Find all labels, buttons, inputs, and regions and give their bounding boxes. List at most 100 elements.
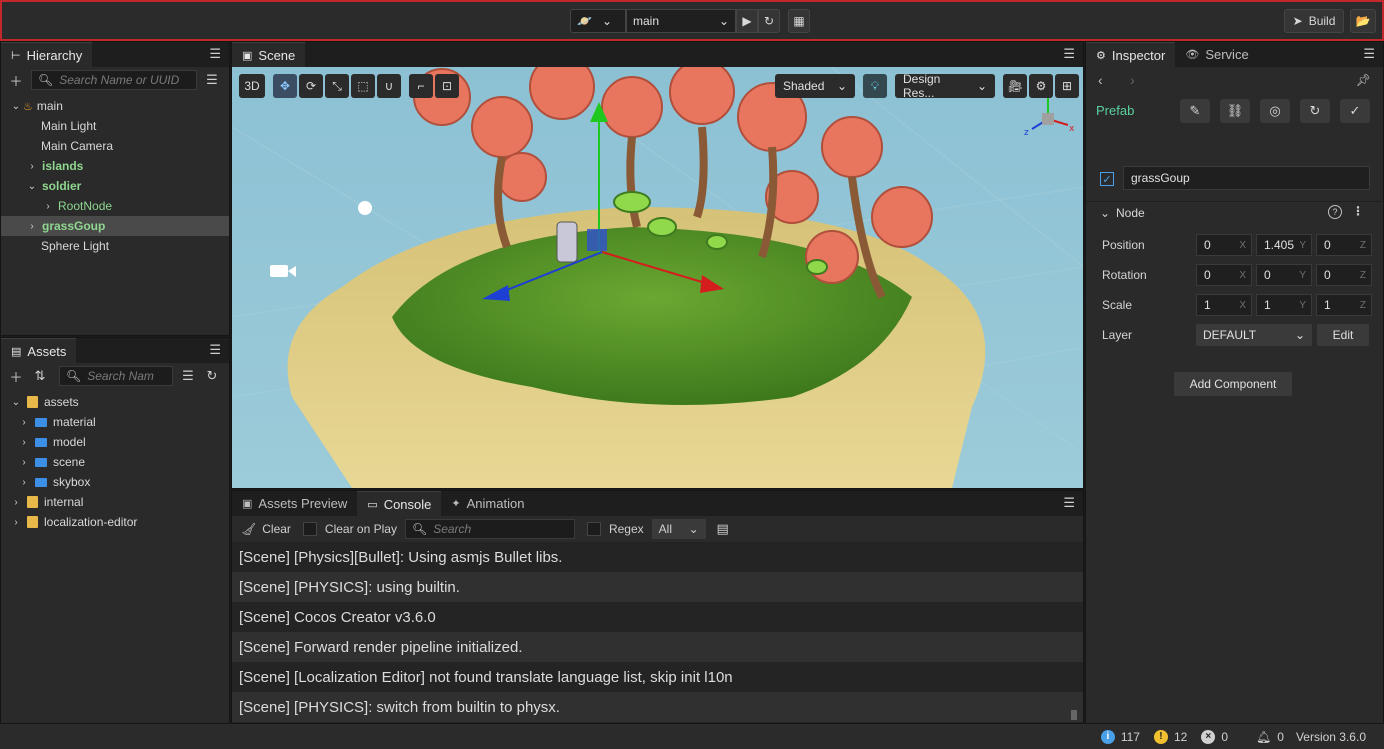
more-vertical-icon[interactable]: ⋮ xyxy=(1352,204,1364,218)
chevron-right-icon[interactable]: › xyxy=(25,221,39,232)
tab-console[interactable]: ▭ Console xyxy=(357,491,442,516)
prefab-revert-button[interactable]: ↻ xyxy=(1300,99,1330,123)
tree-row[interactable]: ⌄ soldier xyxy=(1,176,229,196)
chevron-right-icon[interactable]: › xyxy=(41,201,55,212)
chevron-right-icon[interactable]: › xyxy=(17,417,31,428)
chevron-right-icon[interactable]: › xyxy=(17,437,31,448)
scale-z-input[interactable]: 1Z xyxy=(1316,294,1372,316)
refresh-button[interactable]: ↻ xyxy=(758,9,780,33)
position-y-input[interactable]: 1.405 Y xyxy=(1256,234,1312,256)
clear-button[interactable]: 🧹︎ Clear xyxy=(241,522,291,536)
prefab-edit-button[interactable]: ✎ xyxy=(1180,99,1210,123)
position-x-input[interactable]: 0X xyxy=(1196,234,1252,256)
snap-tool-button[interactable]: ∪ xyxy=(377,74,401,98)
chevron-right-icon[interactable]: › xyxy=(25,161,39,172)
back-arrow-icon[interactable]: ‹ xyxy=(1098,72,1103,88)
tree-row[interactable]: › RootNode xyxy=(1,196,229,216)
tab-assets-preview[interactable]: ▣ Assets Preview xyxy=(232,491,357,516)
tab-service[interactable]: 👁︎ Service xyxy=(1175,42,1258,67)
warning-count[interactable]: 12 xyxy=(1174,730,1187,744)
menu-icon[interactable]: ☰ xyxy=(1063,495,1075,511)
tab-scene[interactable]: ▣ Scene xyxy=(232,42,306,67)
shading-select[interactable]: Shaded ⌄ xyxy=(775,74,855,98)
tree-row[interactable]: › model xyxy=(1,432,229,452)
chevron-down-icon[interactable]: ⌄ xyxy=(25,181,39,192)
tree-row[interactable]: ⌄ assets xyxy=(1,392,229,412)
chevron-right-icon[interactable]: › xyxy=(9,517,23,528)
menu-icon[interactable]: ☰ xyxy=(209,46,221,62)
tab-animation[interactable]: ✦ Animation xyxy=(441,491,534,516)
open-folder-button[interactable]: 📂 xyxy=(1350,9,1376,33)
hierarchy-search-input[interactable]: 🔍︎ Search Name or UUID xyxy=(31,70,197,90)
layer-select[interactable]: DEFAULT ⌄ xyxy=(1196,324,1312,346)
rect-tool-button[interactable]: ⬚ xyxy=(351,74,375,98)
scene-type-select[interactable]: 🪐 ⌄ xyxy=(570,9,626,33)
chevron-right-icon[interactable]: › xyxy=(17,477,31,488)
resolution-select[interactable]: Design Res... ⌄ xyxy=(895,72,995,100)
regex-checkbox[interactable] xyxy=(586,522,601,536)
tab-inspector[interactable]: ⚙ Inspector xyxy=(1086,42,1176,67)
tree-row[interactable]: › localization-editor xyxy=(1,512,229,532)
build-button[interactable]: ➤ Build xyxy=(1284,9,1344,33)
toggle-3d-button[interactable]: 3D xyxy=(239,74,265,98)
clear-on-play-checkbox[interactable] xyxy=(302,522,317,536)
add-node-icon[interactable]: ＋ xyxy=(7,71,25,89)
add-component-button[interactable]: Add Component xyxy=(1174,372,1292,396)
info-count[interactable]: 117 xyxy=(1121,730,1140,744)
lighting-toggle[interactable]: 💡︎ xyxy=(863,74,887,98)
scale-x-input[interactable]: 1X xyxy=(1196,294,1252,316)
node-name-input[interactable]: grassGoup xyxy=(1123,166,1370,190)
open-log-icon[interactable]: ▤ xyxy=(714,520,732,538)
chevron-right-icon[interactable]: › xyxy=(9,497,23,508)
tree-row[interactable]: Main Camera xyxy=(1,136,229,156)
rotation-y-input[interactable]: 0Y xyxy=(1256,264,1312,286)
scale-y-input[interactable]: 1Y xyxy=(1256,294,1312,316)
help-icon[interactable]: ? xyxy=(1328,205,1342,219)
tab-assets[interactable]: ▤ Assets xyxy=(1,338,77,363)
node-active-checkbox[interactable]: ✓ xyxy=(1100,172,1114,186)
console-search-input[interactable]: 🔍︎ Search xyxy=(404,519,575,539)
error-count[interactable]: 0 xyxy=(1221,730,1228,744)
move-tool-button[interactable]: ✥ xyxy=(273,74,297,98)
gizmo-button[interactable]: ⊞ xyxy=(1055,74,1079,98)
node-section-header[interactable]: ⌄ Node ? ⋮ xyxy=(1086,201,1382,223)
add-asset-icon[interactable]: ＋ xyxy=(7,367,25,385)
chevron-right-icon[interactable]: › xyxy=(17,457,31,468)
rotate-tool-button[interactable]: ⟳ xyxy=(299,74,323,98)
log-level-select[interactable]: All ⌄ xyxy=(651,519,706,539)
scale-tool-button[interactable]: ⤡ xyxy=(325,74,349,98)
scene-viewport[interactable]: x z 3D ✥ ⟳ ⤡ ⬚ ∪ ⌐ ⊡ Shaded ⌄ 💡︎ Design R… xyxy=(232,67,1083,488)
layer-edit-button[interactable]: Edit xyxy=(1317,324,1369,346)
pivot-button[interactable]: ⌐ xyxy=(409,74,433,98)
camera-button[interactable]: 🎥︎ xyxy=(1003,74,1027,98)
tree-row[interactable]: › islands xyxy=(1,156,229,176)
tab-hierarchy[interactable]: ⊢ Hierarchy xyxy=(1,42,93,67)
tree-row[interactable]: › internal xyxy=(1,492,229,512)
chevron-down-icon[interactable]: ⌄ xyxy=(9,101,23,112)
forward-arrow-icon[interactable]: › xyxy=(1130,72,1135,88)
pin-icon[interactable]: 📌︎ xyxy=(1356,73,1371,87)
tree-row[interactable]: › scene xyxy=(1,452,229,472)
scrollbar-thumb[interactable] xyxy=(1071,710,1077,720)
position-z-input[interactable]: 0Z xyxy=(1316,234,1372,256)
bell-icon[interactable]: 🔔︎ xyxy=(1256,730,1271,744)
tree-row[interactable]: › skybox xyxy=(1,472,229,492)
tree-row[interactable]: › grassGoup xyxy=(1,216,229,236)
scene-select[interactable]: main ⌄ xyxy=(626,9,736,33)
list-view-icon[interactable]: ☰ xyxy=(179,367,197,385)
chevron-down-icon[interactable]: ⌄ xyxy=(9,397,23,408)
tree-row[interactable]: ⌄ ♨ main xyxy=(1,96,229,116)
tree-row[interactable]: › material xyxy=(1,412,229,432)
prefab-apply-button[interactable]: ✓ xyxy=(1340,99,1370,123)
play-button[interactable]: ▶ xyxy=(736,9,758,33)
sort-icon[interactable]: ⇅ xyxy=(31,367,49,385)
menu-icon[interactable]: ☰ xyxy=(209,342,221,358)
list-view-icon[interactable]: ☰ xyxy=(203,71,221,89)
tree-row[interactable]: Main Light xyxy=(1,116,229,136)
coordinate-button[interactable]: ⊡ xyxy=(435,74,459,98)
rotation-z-input[interactable]: 0Z xyxy=(1316,264,1372,286)
menu-icon[interactable]: ☰ xyxy=(1063,46,1075,62)
settings-button[interactable]: ⚙ xyxy=(1029,74,1053,98)
tree-row[interactable]: Sphere Light xyxy=(1,236,229,256)
menu-icon[interactable]: ☰ xyxy=(1363,46,1375,62)
